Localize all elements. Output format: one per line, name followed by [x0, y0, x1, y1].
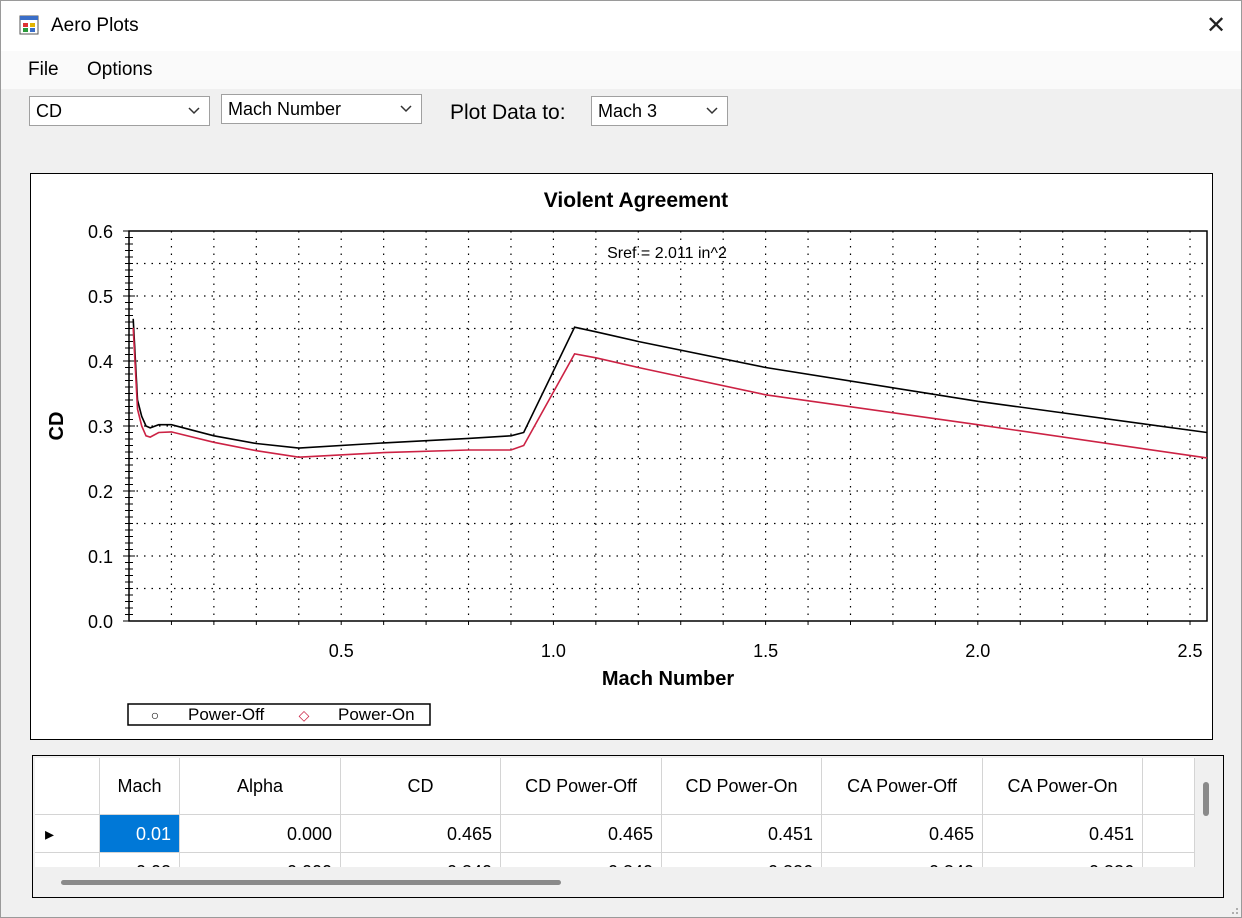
chevron-down-icon	[706, 107, 718, 115]
x-tick-labels: 0.5 1.0 1.5 2.0 2.5	[329, 641, 1203, 661]
vertical-scrollbar[interactable]	[1203, 782, 1209, 816]
y-tick-label: 0.4	[88, 352, 113, 372]
resize-grip-icon[interactable]	[1227, 903, 1239, 915]
y-tick-labels: 0.0 0.1 0.2 0.3 0.4 0.5 0.6	[88, 222, 113, 632]
horizontal-scrollbar[interactable]	[61, 880, 561, 885]
grid-cell[interactable]: 0.326	[662, 853, 822, 867]
grid-cell[interactable]: 0.465	[501, 815, 662, 853]
chevron-down-icon	[188, 107, 200, 115]
y-tick-label: 0.2	[88, 482, 113, 502]
grid-cell[interactable]: 0.340	[341, 853, 501, 867]
legend: ○ Power-Off ◇ Power-On	[127, 703, 431, 726]
legend-label-power-on: Power-On	[338, 705, 415, 724]
x-tick-label: 1.0	[541, 641, 566, 661]
cd-vs-mach-chart: Violent Agreement 0.5 1.0 1.5 2.0 2.5 0.0 0.1…	[46, 189, 1208, 726]
grid-cell[interactable]: 0.451	[983, 815, 1143, 853]
close-icon: ✕	[1205, 12, 1227, 39]
menu-bar	[1, 51, 1241, 89]
chevron-down-icon	[400, 105, 412, 113]
grid-cell[interactable]: 0.465	[341, 815, 501, 853]
app-window: Aero Plots ✕ File Options CD Mach Number…	[0, 0, 1242, 918]
y-tick-label: 0.1	[88, 547, 113, 567]
grid-cell[interactable]: 0.01	[100, 815, 180, 853]
column-header-mach[interactable]: Mach	[100, 758, 180, 815]
x-tick-label: 0.5	[329, 641, 354, 661]
grid-corner-header	[35, 758, 100, 815]
legend-label-power-off: Power-Off	[188, 705, 264, 724]
menu-file[interactable]: File	[28, 59, 59, 81]
table-row[interactable]: 0.02 0.000 0.340 0.340 0.326 0.340 0.326	[35, 853, 1195, 867]
y-tick-label: 0.0	[88, 612, 113, 632]
legend-marker-power-off: ○	[151, 707, 159, 723]
chart-panel: Violent Agreement 0.5 1.0 1.5 2.0 2.5 0.0 0.1…	[30, 173, 1213, 740]
current-row-marker: ▸	[35, 815, 100, 853]
grid-cell[interactable]: 0.000	[180, 815, 341, 853]
x-variable-value: Mach Number	[228, 99, 342, 119]
grid-cell[interactable]: 0.465	[822, 815, 983, 853]
plot-to-select[interactable]: Mach 3	[591, 96, 728, 126]
sref-annotation: Sref = 2.011 in^2	[607, 245, 727, 262]
window-title: Aero Plots	[51, 15, 139, 36]
x-tick-label: 1.5	[753, 641, 778, 661]
x-variable-select[interactable]: Mach Number	[221, 94, 422, 124]
title-bar: Aero Plots ✕	[1, 1, 1241, 51]
column-header-cd-power-off[interactable]: CD Power-Off	[501, 758, 662, 815]
column-header-extra	[1143, 758, 1195, 815]
y-tick-label: 0.3	[88, 417, 113, 437]
y-tick-label: 0.6	[88, 222, 113, 242]
legend-marker-power-on: ◇	[299, 707, 310, 723]
row-header	[35, 853, 100, 867]
plot-to-value: Mach 3	[598, 101, 658, 121]
x-axis-label: Mach Number	[602, 668, 734, 690]
y-axis-label: CD	[46, 412, 68, 441]
grid-cell[interactable]: 0.326	[983, 853, 1143, 867]
app-window-icon	[19, 15, 39, 35]
grid-cell[interactable]: 0.340	[822, 853, 983, 867]
grid-cell[interactable]: 0.02	[100, 853, 180, 867]
plot-data-to-label: Plot Data to:	[450, 101, 566, 124]
close-button[interactable]: ✕	[1191, 1, 1241, 51]
y-variable-value: CD	[36, 101, 62, 121]
column-header-alpha[interactable]: Alpha	[180, 758, 341, 815]
column-header-cd-power-on[interactable]: CD Power-On	[662, 758, 822, 815]
y-tick-label: 0.5	[88, 287, 113, 307]
menu-options[interactable]: Options	[87, 59, 152, 81]
grid-cell[interactable]: 0.340	[501, 853, 662, 867]
grid-cell[interactable]: 0.451	[662, 815, 822, 853]
x-tick-label: 2.5	[1178, 641, 1203, 661]
grid-cell[interactable]: 0.000	[180, 853, 341, 867]
data-grid[interactable]: Mach Alpha CD CD Power-Off CD Power-On C…	[32, 755, 1224, 898]
column-header-ca-power-on[interactable]: CA Power-On	[983, 758, 1143, 815]
grid-cell-extra	[1143, 815, 1195, 853]
column-header-cd[interactable]: CD	[341, 758, 501, 815]
x-tick-label: 2.0	[965, 641, 990, 661]
chart-title: Violent Agreement	[544, 189, 728, 212]
y-variable-select[interactable]: CD	[29, 96, 210, 126]
column-header-ca-power-off[interactable]: CA Power-Off	[822, 758, 983, 815]
grid-cell-extra	[1143, 853, 1195, 867]
